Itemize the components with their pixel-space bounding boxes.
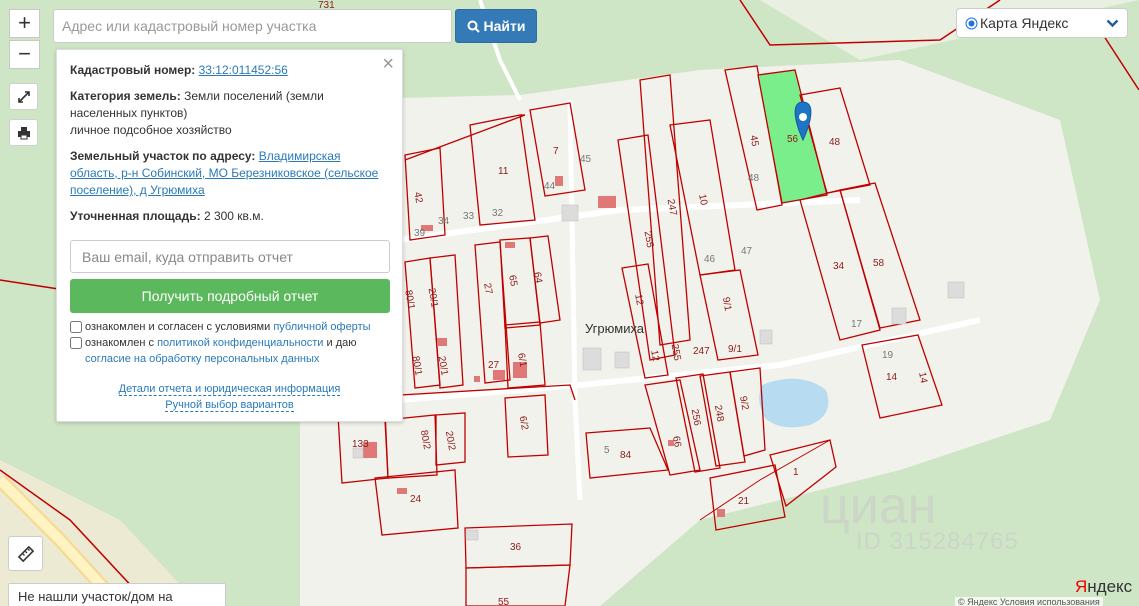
svg-text:55: 55	[498, 597, 510, 606]
watermark-id: ID 315284765	[856, 528, 1019, 555]
plot-info-panel: × Кадастровый номер: 33:12:011452:56 Кат…	[56, 49, 403, 422]
svg-text:24: 24	[410, 494, 422, 505]
map-copyright[interactable]: © Яндекс Условия использования	[955, 597, 1103, 606]
svg-text:11: 11	[498, 166, 509, 177]
cadastral-row: Кадастровый номер: 33:12:011452:56	[70, 62, 389, 79]
address-row: Земельный участок по адресу: Владимирска…	[70, 148, 389, 199]
privacy-consent-checkbox[interactable]	[70, 337, 82, 349]
svg-text:9/1: 9/1	[728, 344, 742, 355]
search-button[interactable]: Найти	[455, 9, 537, 43]
print-icon	[17, 126, 30, 139]
svg-text:44: 44	[544, 181, 556, 192]
svg-text:48: 48	[748, 173, 760, 184]
svg-text:45: 45	[580, 154, 592, 165]
area-label: Уточненная площадь:	[70, 209, 201, 223]
search-button-label: Найти	[483, 18, 526, 34]
svg-text:5: 5	[604, 445, 610, 456]
offer-consent-row: ознакомлен и согласен с условиями публич…	[70, 319, 389, 335]
personal-data-link[interactable]: согласие на обработку персональных данны…	[85, 353, 319, 365]
svg-text:17: 17	[851, 319, 863, 330]
plot-label-selected: 56	[787, 134, 799, 145]
svg-text:19: 19	[882, 350, 894, 361]
pond	[759, 378, 829, 428]
get-report-button[interactable]: Получить подробный отчет	[70, 279, 390, 313]
privacy-consent-mid: и даю	[326, 337, 357, 349]
svg-text:247: 247	[693, 346, 710, 357]
privacy-policy-link[interactable]: политикой конфиденциальности	[157, 337, 323, 349]
svg-text:47: 47	[741, 246, 753, 257]
village-label: Угрюмиха	[585, 321, 645, 336]
fullscreen-button[interactable]	[9, 83, 38, 110]
svg-text:27: 27	[488, 360, 500, 371]
public-offer-link[interactable]: публичной оферты	[273, 321, 370, 333]
close-icon[interactable]: ×	[382, 54, 394, 74]
ruler-icon	[17, 545, 34, 562]
svg-text:84: 84	[620, 450, 632, 461]
panel-footer-links: Детали отчета и юридическая информация Р…	[57, 381, 402, 413]
print-button[interactable]	[9, 119, 38, 146]
svg-text:21: 21	[738, 496, 750, 507]
category-use: личное подсобное хозяйство	[70, 123, 232, 137]
manual-selection-link[interactable]: Ручной выбор вариантов	[165, 399, 294, 412]
svg-text:36: 36	[510, 542, 522, 553]
zoom-in-button[interactable]: +	[9, 9, 40, 38]
search-icon	[467, 20, 480, 33]
privacy-consent-text: ознакомлен с политикой конфиденциальност…	[85, 335, 389, 367]
cadastral-number-link[interactable]: 33:12:011452:56	[199, 63, 288, 77]
zoom-out-button[interactable]: −	[9, 40, 40, 69]
offer-consent-checkbox[interactable]	[70, 321, 82, 333]
yandex-logo-y: Я	[1075, 577, 1088, 596]
svg-text:1: 1	[793, 467, 799, 478]
privacy-consent-label: ознакомлен с	[85, 337, 155, 349]
category-label: Категория земель:	[70, 89, 181, 103]
watermark-brand: циан	[820, 477, 937, 535]
svg-text:39: 39	[414, 228, 426, 239]
svg-text:32: 32	[492, 208, 504, 219]
svg-text:34: 34	[833, 261, 845, 272]
map-layer-label: Карта Яндекс	[980, 15, 1069, 31]
address-label: Земельный участок по адресу:	[70, 149, 256, 163]
svg-text:14: 14	[886, 372, 898, 383]
yandex-logo-rest: ндекс	[1087, 577, 1133, 596]
cadastral-label: Кадастровый номер:	[70, 63, 196, 77]
chevron-down-icon	[1106, 19, 1119, 27]
area-row: Уточненная площадь: 2 300 кв.м.	[70, 208, 389, 225]
offer-consent-text: ознакомлен и согласен с условиями публич…	[85, 319, 371, 335]
area-value: 2 300 кв.м.	[203, 209, 264, 223]
yandex-logo: Яндекс	[1075, 577, 1132, 597]
ruler-button[interactable]	[8, 536, 43, 571]
map-layer-select[interactable]: Карта Яндекс	[956, 8, 1128, 38]
search-input[interactable]	[53, 9, 452, 43]
svg-text:133: 133	[352, 439, 369, 450]
offer-consent-label: ознакомлен и согласен с условиями	[85, 321, 271, 333]
report-details-link[interactable]: Детали отчета и юридическая информация	[118, 383, 341, 396]
category-row: Категория земель: Земли поселений (земли…	[70, 88, 389, 139]
not-found-button[interactable]: Не нашли участок/дом на карте?	[8, 583, 226, 606]
svg-text:33: 33	[463, 211, 475, 222]
radio-selected-icon	[965, 17, 978, 29]
svg-text:46: 46	[704, 254, 716, 265]
svg-text:48: 48	[829, 137, 841, 148]
svg-text:58: 58	[873, 258, 885, 269]
email-field[interactable]	[70, 240, 390, 273]
privacy-consent-row: ознакомлен с политикой конфиденциальност…	[70, 335, 389, 367]
expand-icon	[17, 90, 30, 103]
svg-text:7: 7	[553, 146, 559, 157]
svg-text:34: 34	[438, 216, 450, 227]
